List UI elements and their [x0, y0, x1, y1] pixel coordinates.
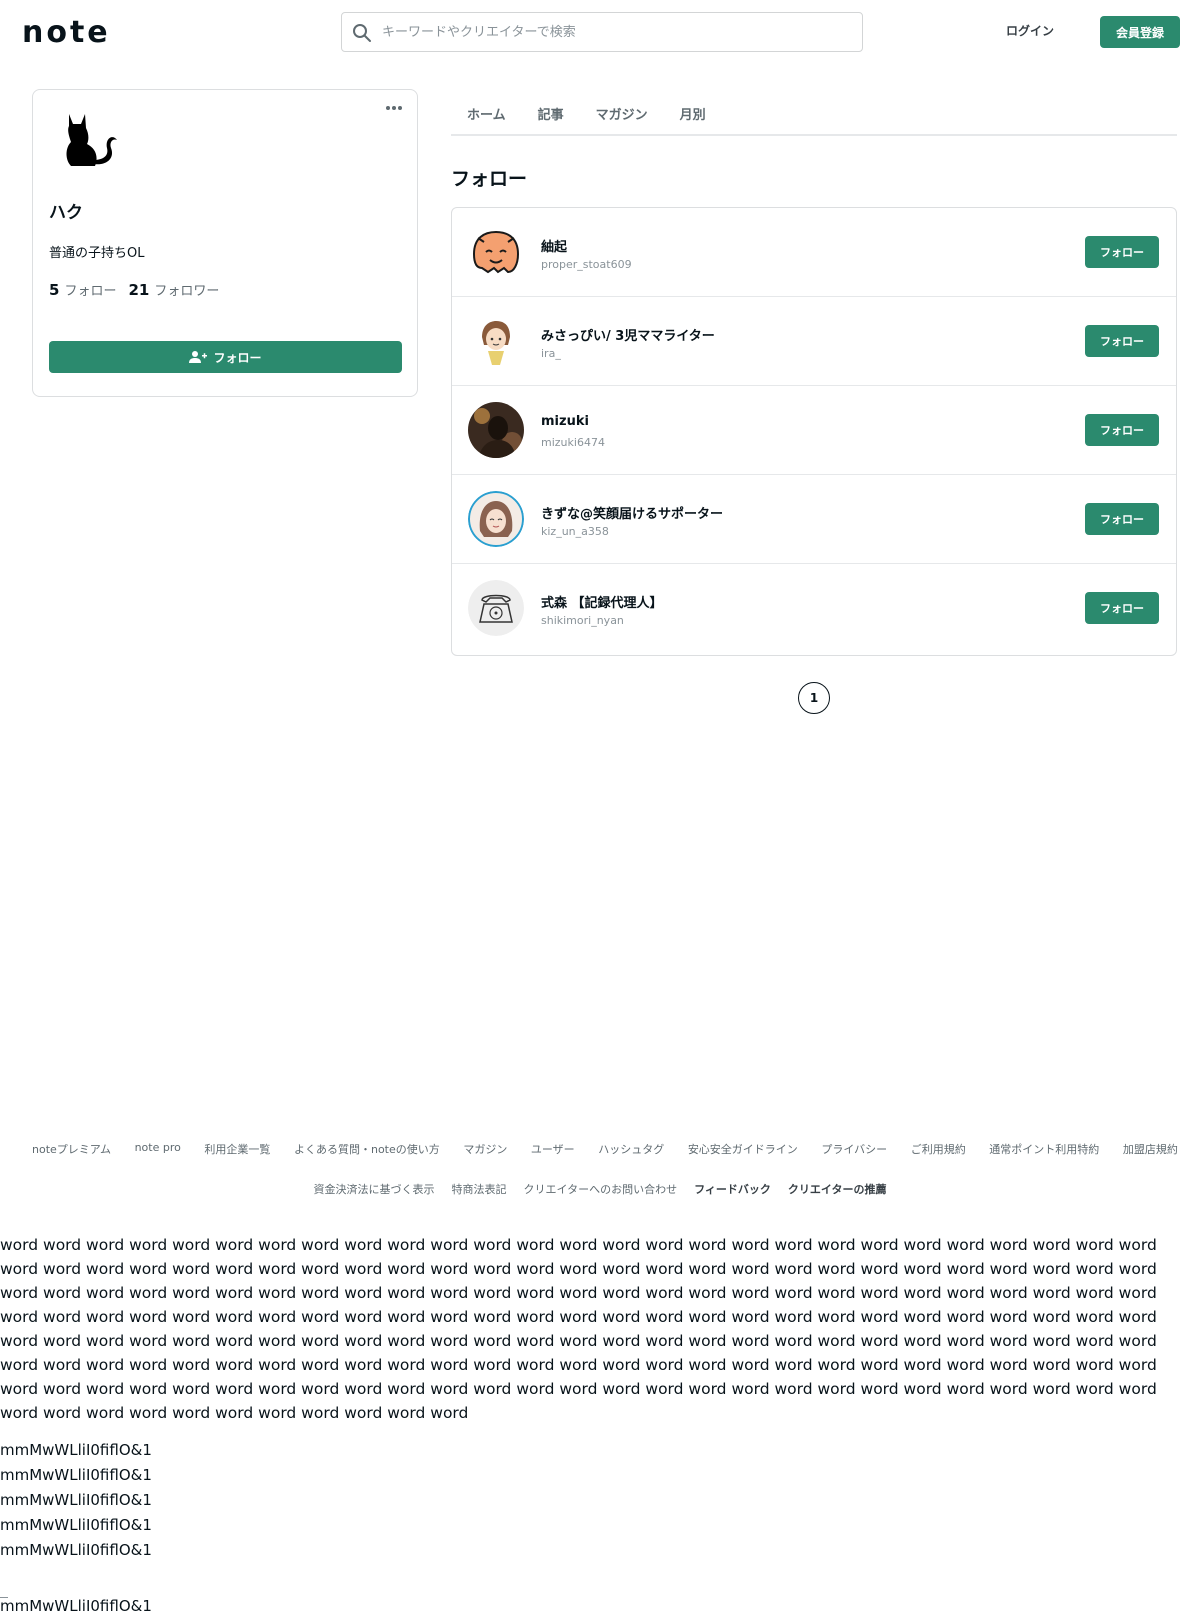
follower-count[interactable]: 21	[128, 281, 149, 299]
tab-articles[interactable]: 記事	[522, 92, 580, 134]
user-name[interactable]: みさっぴい/ 3児ママライター	[541, 325, 715, 344]
font-sample: mmMwWLliI0fiflO&1	[0, 1466, 152, 1484]
user-name[interactable]: きずな@笑顔届けるサポーター	[541, 503, 723, 522]
pagination-current-page[interactable]: 1	[798, 682, 830, 714]
svg-text:note: note	[22, 15, 111, 50]
profile-bio: 普通の子持ちOL	[49, 246, 145, 261]
footer-link[interactable]: プライバシー	[821, 1141, 887, 1157]
photo-avatar[interactable]	[468, 402, 524, 458]
font-sample: mmMwWLliI0fiflO&1	[0, 1541, 152, 1559]
user-plus-icon	[189, 351, 208, 363]
follow-row[interactable]: mizuki mizuki6474 フォロー	[452, 386, 1176, 475]
filler-text: word word word word word word word word …	[0, 1236, 1157, 1422]
follow-button[interactable]: フォロー	[1085, 592, 1159, 624]
search-input[interactable]	[382, 20, 852, 44]
follow-button[interactable]: フォロー	[1085, 414, 1159, 446]
user-id: ira_	[541, 347, 561, 360]
footer-link[interactable]: 加盟店規約	[1123, 1141, 1178, 1157]
follower-label[interactable]: フォロワー	[154, 280, 219, 299]
footer-link[interactable]: 特商法表記	[452, 1181, 507, 1197]
follow-row[interactable]: みさっぴい/ 3児ママライター ira_ フォロー	[452, 297, 1176, 386]
follow-button[interactable]: フォロー	[1085, 503, 1159, 535]
footer-link[interactable]: クリエイターへのお問い合わせ	[524, 1181, 678, 1197]
follow-list: 紬起 proper_stoat609 フォロー みさっぴい/ 3児ママライター …	[451, 207, 1177, 656]
note-logo[interactable]: note	[22, 14, 126, 50]
user-name[interactable]: 式森 【記録代理人】	[541, 592, 663, 611]
footer-link[interactable]: 利用企業一覧	[204, 1141, 270, 1157]
profile-follow-button[interactable]: フォロー	[49, 341, 402, 373]
login-link[interactable]: ログイン	[1006, 22, 1054, 39]
footer-link[interactable]: ハッシュタグ	[598, 1141, 664, 1157]
profile-name: ハク	[49, 203, 83, 223]
search-box[interactable]	[341, 12, 863, 52]
footer-link[interactable]: ご利用規約	[911, 1141, 966, 1157]
user-name[interactable]: mizuki	[541, 414, 589, 429]
user-name[interactable]: 紬起	[541, 236, 567, 255]
follow-button[interactable]: フォロー	[1085, 236, 1159, 268]
font-sample: mmMwWLliI0fiflO&1	[0, 1516, 152, 1534]
illustrated-woman-avatar[interactable]	[468, 313, 524, 369]
footer-link[interactable]: 通常ポイント利用特約	[989, 1141, 1099, 1157]
footer-links-secondary: 資金決済法に基づく表示 特商法表記 クリエイターへのお問い合わせ フィードバック…	[0, 1181, 1200, 1197]
illustrated-girl-avatar[interactable]	[468, 491, 524, 547]
footer-link[interactable]: 資金決済法に基づく表示	[314, 1181, 435, 1197]
footer-link-recommend[interactable]: クリエイターの推薦	[788, 1181, 887, 1197]
tab-monthly[interactable]: 月別	[664, 92, 722, 134]
more-options-icon[interactable]	[384, 102, 404, 114]
font-sample: mmMwWLliI0fiflO&1	[0, 1491, 152, 1509]
font-sample: mmMwWLliI0fiflO&1	[0, 1597, 152, 1615]
following-label[interactable]: フォロー	[64, 280, 116, 299]
search-icon	[353, 24, 371, 42]
profile-tabs: ホーム 記事 マガジン 月別	[451, 92, 1177, 136]
footer-links-primary: noteプレミアム note pro 利用企業一覧 よくある質問・noteの使い…	[32, 1141, 1178, 1157]
user-id: mizuki6474	[541, 436, 605, 449]
orange-creature-avatar[interactable]	[468, 224, 524, 280]
profile-card: ハク 普通の子持ちOL 5 フォロー 21 フォロワー フォロー	[32, 89, 418, 397]
cat-silhouette-icon	[66, 114, 117, 166]
user-id: kiz_un_a358	[541, 525, 609, 538]
profile-follow-label: フォロー	[213, 350, 262, 365]
tab-magazine[interactable]: マガジン	[580, 92, 664, 134]
font-sample: mmMwWLliI0fiflO&1	[0, 1441, 152, 1459]
footer-link[interactable]: よくある質問・noteの使い方	[294, 1141, 440, 1157]
footer-link[interactable]: マガジン	[463, 1141, 507, 1157]
footer-link-feedback[interactable]: フィードバック	[694, 1181, 771, 1197]
follow-row[interactable]: 式森 【記録代理人】 shikimori_nyan フォロー	[452, 564, 1176, 653]
footer-link[interactable]: note pro	[135, 1141, 181, 1157]
follow-row[interactable]: きずな@笑顔届けるサポーター kiz_un_a358 フォロー	[452, 475, 1176, 564]
site-header: note ログイン 会員登録	[0, 0, 1200, 64]
tab-home[interactable]: ホーム	[451, 92, 522, 134]
footer-link[interactable]: 安心安全ガイドライン	[688, 1141, 798, 1157]
user-id: proper_stoat609	[541, 258, 632, 271]
footer-link[interactable]: ユーザー	[531, 1141, 575, 1157]
rotary-phone-avatar[interactable]	[468, 580, 524, 636]
user-id: shikimori_nyan	[541, 614, 624, 627]
following-count[interactable]: 5	[49, 281, 59, 299]
follow-button[interactable]: フォロー	[1085, 325, 1159, 357]
signup-button[interactable]: 会員登録	[1100, 16, 1180, 48]
footer-link[interactable]: noteプレミアム	[32, 1141, 111, 1157]
profile-stats: 5 フォロー 21 フォロワー	[49, 280, 219, 299]
section-title: フォロー	[451, 168, 528, 190]
follow-row[interactable]: 紬起 proper_stoat609 フォロー	[452, 208, 1176, 297]
